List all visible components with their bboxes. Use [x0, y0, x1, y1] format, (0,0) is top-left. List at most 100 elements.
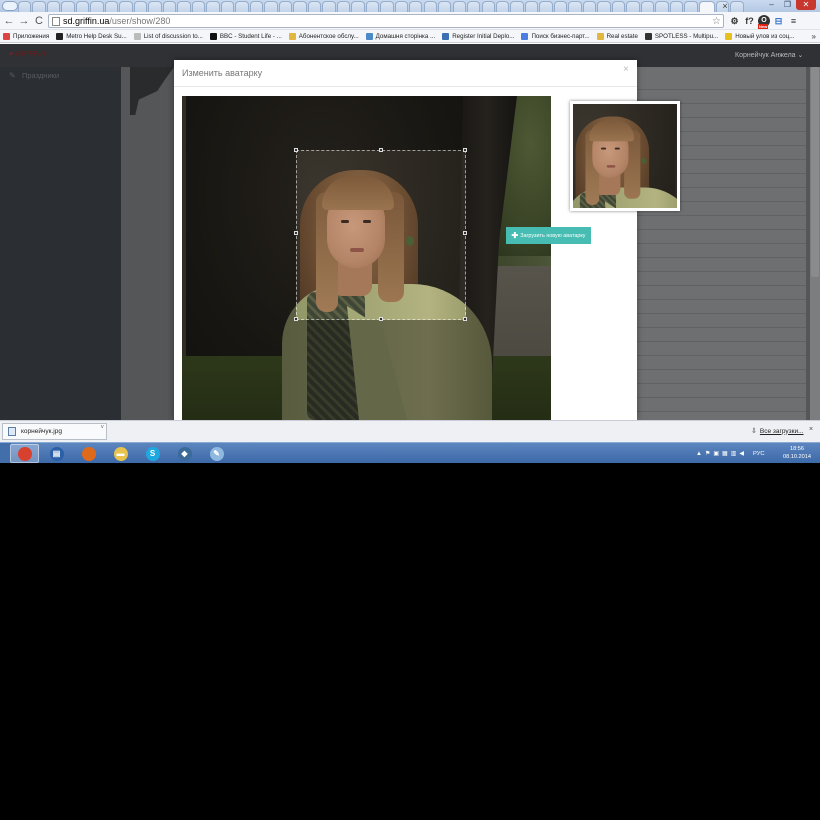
bookmark-item[interactable]: List of discussion to...: [133, 32, 203, 40]
close-window-button[interactable]: ✕: [796, 0, 816, 10]
browser-tab[interactable]: [249, 1, 264, 12]
bookmark-item[interactable]: Поиск бизнес-парт...: [521, 32, 590, 40]
browser-tab[interactable]: [206, 1, 220, 12]
browser-tab[interactable]: [524, 1, 539, 12]
image-crop-area[interactable]: [182, 96, 551, 420]
formula-extension-icon[interactable]: f?: [743, 14, 756, 28]
bookmark-item[interactable]: Приложения: [3, 32, 49, 40]
crop-handle-e[interactable]: [463, 231, 467, 235]
browser-tab[interactable]: [394, 1, 408, 12]
browser-tab[interactable]: [730, 1, 744, 12]
chrome-menu-button[interactable]: ≡: [787, 14, 800, 28]
browser-tab[interactable]: [467, 1, 481, 12]
chrome-menu-icon[interactable]: [2, 1, 18, 11]
site-logo[interactable]: ≡ GRIFFIN: [9, 50, 46, 60]
browser-tab[interactable]: [351, 1, 365, 12]
square-extension-icon[interactable]: ⊟: [772, 14, 785, 28]
browser-tab[interactable]: [409, 1, 423, 12]
crop-handle-ne[interactable]: [463, 148, 467, 152]
browser-tab[interactable]: [365, 1, 380, 12]
tray-app-icon[interactable]: ▦: [722, 450, 728, 457]
browser-tab[interactable]: [18, 1, 32, 12]
browser-tab[interactable]: [539, 1, 553, 12]
bookmark-item[interactable]: Real estate: [596, 32, 638, 40]
browser-tab[interactable]: [380, 1, 394, 12]
browser-tab[interactable]: [293, 1, 307, 12]
browser-tab[interactable]: [655, 1, 669, 12]
maximize-button[interactable]: ❐: [780, 0, 795, 10]
browser-tab[interactable]: [90, 1, 104, 12]
browser-tab[interactable]: [684, 1, 698, 12]
bookmark-item[interactable]: SPOTLESS - Multipu...: [644, 32, 718, 40]
crop-handle-se[interactable]: [463, 317, 467, 321]
modal-close-icon[interactable]: ×: [623, 64, 629, 75]
browser-tab[interactable]: [495, 1, 510, 12]
tab-close-icon[interactable]: ×: [720, 1, 730, 11]
browser-tab[interactable]: [510, 1, 524, 12]
browser-tab[interactable]: [322, 1, 336, 12]
all-downloads-link[interactable]: ⇩ Все загрузки...: [751, 427, 804, 436]
browser-tab[interactable]: [553, 1, 568, 12]
user-menu[interactable]: Корнейчук Анжела ⌄: [735, 51, 803, 61]
crop-handle-nw[interactable]: [294, 148, 298, 152]
browser-tab[interactable]: [264, 1, 278, 12]
page-scrollbar[interactable]: [810, 67, 820, 420]
taskbar-app-skype[interactable]: S: [138, 444, 167, 463]
browser-tab[interactable]: [336, 1, 351, 12]
browser-tab[interactable]: [177, 1, 191, 12]
browser-tab[interactable]: [481, 1, 495, 12]
browser-tab[interactable]: [438, 1, 452, 12]
downloads-close-icon[interactable]: ×: [809, 426, 813, 433]
taskbar-app-chrome[interactable]: [10, 444, 39, 463]
tray-security-icon[interactable]: ▣: [713, 450, 719, 457]
crop-handle-n[interactable]: [379, 148, 383, 152]
settings-extension-icon[interactable]: ⚙: [728, 14, 741, 28]
sidebar-item-holidays[interactable]: ✎ Праздники: [9, 71, 59, 80]
browser-tab[interactable]: [148, 1, 162, 12]
browser-tab[interactable]: [307, 1, 322, 12]
taskbar-app-save[interactable]: ▤: [42, 444, 71, 463]
taskbar-app-explorer[interactable]: ▬: [106, 444, 135, 463]
browser-tab[interactable]: [220, 1, 235, 12]
browser-tab[interactable]: [61, 1, 75, 12]
browser-tab[interactable]: [235, 1, 249, 12]
bookmark-item[interactable]: Metro Help Desk Su...: [56, 32, 127, 40]
bookmark-item[interactable]: Домашня сторінка ...: [365, 32, 435, 40]
taskbar-app-notepad[interactable]: ✎: [202, 444, 231, 463]
crop-handle-sw[interactable]: [294, 317, 298, 321]
bookmark-item[interactable]: Новый улов из соц...: [725, 32, 794, 40]
browser-tab[interactable]: [191, 1, 206, 12]
browser-tab[interactable]: [582, 1, 597, 12]
tray-network-icon[interactable]: ▥: [731, 450, 737, 457]
browser-tab[interactable]: [119, 1, 133, 12]
reload-icon[interactable]: C: [33, 14, 45, 28]
upload-new-avatar-button[interactable]: ✚ Загрузить новую аватарку: [506, 227, 591, 244]
bookmark-item[interactable]: BBC - Student Life - ...: [209, 32, 282, 40]
browser-tab[interactable]: [452, 1, 466, 12]
system-clock[interactable]: 18:56 08.10.2014: [777, 445, 817, 461]
forward-icon[interactable]: →: [18, 14, 30, 28]
browser-tab[interactable]: [104, 1, 119, 12]
scrollbar-thumb[interactable]: [811, 67, 819, 277]
browser-tab[interactable]: [133, 1, 148, 12]
browser-tab[interactable]: [669, 1, 684, 12]
address-bar[interactable]: sd.griffin.ua/user/show/280 ☆: [48, 14, 724, 28]
extension-badge-icon[interactable]: O New: [758, 15, 770, 29]
bookmark-item[interactable]: Абонентское обслу...: [288, 32, 359, 40]
browser-tab[interactable]: [162, 1, 177, 12]
bookmarks-more-icon[interactable]: »: [812, 30, 816, 43]
browser-tab[interactable]: [423, 1, 437, 12]
browser-tab[interactable]: [75, 1, 90, 12]
browser-tab[interactable]: [278, 1, 293, 12]
language-indicator[interactable]: РУС: [753, 451, 765, 457]
crop-handle-s[interactable]: [379, 317, 383, 321]
tab-active[interactable]: [698, 1, 715, 12]
bookmark-star-icon[interactable]: ☆: [712, 15, 721, 28]
browser-tab[interactable]: [568, 1, 582, 12]
browser-tab[interactable]: [626, 1, 640, 12]
taskbar-app-firefox[interactable]: [74, 444, 103, 463]
tray-volume-icon[interactable]: ◀: [739, 450, 744, 457]
browser-tab[interactable]: [46, 1, 61, 12]
crop-selection-box[interactable]: [294, 148, 467, 321]
back-icon[interactable]: ←: [3, 14, 15, 28]
